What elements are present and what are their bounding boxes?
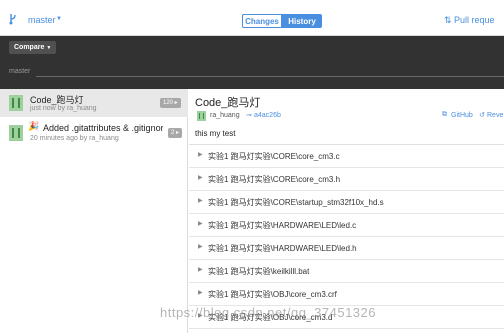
commit-message: this my test (195, 129, 236, 138)
external-link-icon[interactable]: ⧉ (442, 111, 447, 119)
commit-detail: Code_跑马灯 ra_huang ⊸ a4ac26b ⧉ GitHub ↺ R… (189, 89, 504, 333)
file-row[interactable]: ▶ 实验1 跑马灯实验\keilkilll.bat (189, 260, 504, 283)
compare-bar: Compare ▼ master (0, 36, 504, 89)
pull-request-button[interactable]: Pull reque (454, 15, 495, 25)
view-on-github-link[interactable]: GitHub (451, 112, 473, 119)
changes-badge[interactable]: 2 ▸ (168, 128, 183, 138)
tab-history[interactable]: History (282, 14, 322, 28)
chevron-right-icon[interactable]: ▶ (198, 220, 203, 227)
chevron-right-icon[interactable]: ▶ (198, 174, 203, 181)
commit-title: Added .gitattributes & .gitignore (43, 123, 163, 133)
commit-item[interactable]: Code_跑马灯 just now by ra_huang 120 ▸ (0, 89, 188, 117)
chevron-right-icon[interactable]: ▶ (198, 151, 203, 158)
file-row[interactable]: ▶ 实验1 跑马灯实验\CORE\core_cm3.c (189, 145, 504, 168)
file-path: 实验1 跑马灯实验\OBJ\core_cm3.crf (208, 290, 337, 299)
chevron-right-icon[interactable]: ▶ (198, 243, 203, 250)
commit-meta: 20 minutes ago by ra_huang (30, 135, 119, 142)
file-path: 实验1 跑马灯实验\HARDWARE\LED\led.c (208, 221, 357, 230)
branch-selector[interactable]: master (28, 15, 56, 25)
commit-sha[interactable]: a4ac26b (254, 112, 281, 119)
revert-button[interactable]: Reve (487, 112, 503, 119)
file-row[interactable]: ▶ 实验1 跑马灯实验\HARDWARE\LED\led.h (189, 237, 504, 260)
tada-icon: 🎉 (28, 121, 40, 131)
compare-button[interactable]: Compare ▼ (9, 41, 57, 54)
file-row[interactable]: ▶ 实验1 跑马灯实验\CORE\startup_stm32f10x_hd.s (189, 191, 504, 214)
chevron-right-icon[interactable]: ▶ (198, 289, 203, 296)
file-path: 实验1 跑马灯实验\HARDWARE\LED\led.h (208, 244, 357, 253)
chevron-down-icon[interactable]: ▼ (56, 16, 62, 22)
file-row[interactable]: ▶ 实验1 跑马灯实验\OBJ\core_cm3.crf (189, 283, 504, 306)
branch-track-line (36, 76, 504, 77)
chevron-right-icon[interactable]: ▶ (198, 197, 203, 204)
file-path: 实验1 跑马灯实验\CORE\core_cm3.c (208, 152, 340, 161)
branch-icon (9, 14, 16, 25)
tab-changes[interactable]: Changes (242, 14, 282, 28)
commit-detail-title: Code_跑马灯 (195, 97, 261, 109)
commit-list: Code_跑马灯 just now by ra_huang 120 ▸ 🎉 Ad… (0, 89, 188, 333)
avatar (9, 95, 23, 111)
compare-label: Compare (14, 44, 45, 51)
file-path: 实验1 跑马灯实验\keilkilll.bat (208, 267, 310, 276)
chevron-down-icon: ▼ (46, 45, 52, 51)
file-path: 实验1 跑马灯实验\CORE\core_cm3.h (208, 175, 341, 184)
changes-badge[interactable]: 120 ▸ (160, 98, 181, 108)
avatar (197, 111, 206, 121)
branch-track-label: master (9, 68, 31, 75)
watermark: https://blog.csdn.net/qq_37451326 (160, 305, 376, 320)
chevron-right-icon[interactable]: ▶ (198, 266, 203, 273)
revert-icon[interactable]: ↺ (479, 111, 485, 119)
avatar (9, 125, 23, 141)
pull-request-icon[interactable]: ⇅ (444, 15, 452, 26)
file-row[interactable]: ▶ 实验1 跑马灯实验\CORE\core_cm3.h (189, 168, 504, 191)
commit-author: ra_huang (210, 112, 240, 119)
commit-icon: ⊸ (246, 112, 252, 119)
commit-meta: just now by ra_huang (30, 105, 97, 112)
commit-item[interactable]: 🎉 Added .gitattributes & .gitignore 20 m… (0, 119, 188, 147)
toolbar: master ▼ Changes History ⇅ Pull reque (0, 0, 504, 36)
file-row[interactable]: ▶ 实验1 跑马灯实验\HARDWARE\LED\led.c (189, 214, 504, 237)
changed-files-list: ▶ 实验1 跑马灯实验\CORE\core_cm3.c ▶ 实验1 跑马灯实验\… (189, 144, 504, 329)
file-path: 实验1 跑马灯实验\CORE\startup_stm32f10x_hd.s (208, 198, 384, 207)
